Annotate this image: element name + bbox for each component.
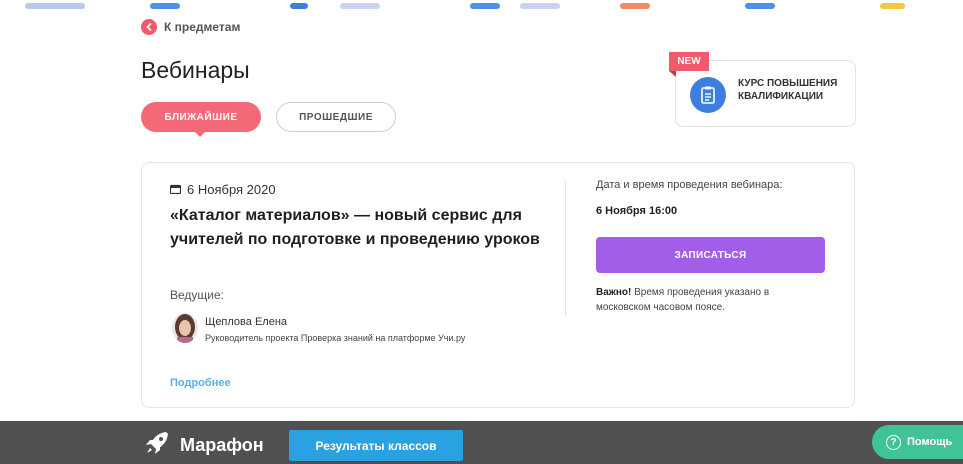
host-role: Руководитель проекта Проверка знаний на … bbox=[205, 333, 466, 343]
class-results-button[interactable]: Результаты классов bbox=[289, 430, 463, 461]
back-to-subjects-link[interactable]: К предметам bbox=[141, 19, 240, 35]
document-icon bbox=[690, 77, 726, 113]
webinar-date: 6 Ноября 2020 bbox=[169, 182, 276, 197]
card-divider bbox=[565, 181, 566, 316]
datetime-value: 6 Ноября 16:00 bbox=[596, 205, 678, 217]
top-nav-strip bbox=[0, 0, 963, 12]
question-icon: ? bbox=[886, 434, 901, 450]
active-tab-pointer bbox=[193, 130, 207, 137]
hosts-label: Ведущие: bbox=[170, 288, 224, 302]
timezone-note: Важно! Время проведения указано в москов… bbox=[596, 285, 816, 315]
rocket-icon bbox=[144, 430, 170, 461]
chevron-left-icon bbox=[141, 19, 157, 35]
datetime-label: Дата и время проведения вебинара: bbox=[596, 179, 783, 191]
webinar-title: «Каталог материалов» — новый сервис для … bbox=[170, 207, 540, 248]
webinar-date-text: 6 Ноября 2020 bbox=[187, 182, 276, 197]
host-name: Щеплова Елена bbox=[205, 316, 288, 328]
marathon-title: Марафон bbox=[144, 430, 264, 461]
host-avatar bbox=[172, 313, 198, 343]
tab-upcoming[interactable]: БЛИЖАЙШИЕ bbox=[141, 102, 261, 132]
new-badge-ribbon-fold bbox=[669, 71, 676, 77]
back-link-label: К предметам bbox=[164, 20, 241, 34]
course-promo-label: КУРС ПОВЫШЕНИЯ КВАЛИФИКАЦИИ bbox=[738, 78, 838, 102]
page-title: Вебинары bbox=[141, 57, 250, 83]
tab-past[interactable]: ПРОШЕДШИЕ bbox=[276, 102, 396, 132]
help-button[interactable]: ? Помощь bbox=[872, 425, 963, 459]
signup-button[interactable]: ЗАПИСАТЬСЯ bbox=[596, 237, 825, 273]
new-badge: NEW bbox=[669, 52, 709, 71]
marathon-label: Марафон bbox=[180, 435, 264, 455]
more-details-link[interactable]: Подробнее bbox=[170, 377, 231, 389]
help-label: Помощь bbox=[907, 436, 953, 448]
calendar-icon bbox=[169, 182, 182, 197]
note-important: Важно! bbox=[596, 287, 632, 298]
